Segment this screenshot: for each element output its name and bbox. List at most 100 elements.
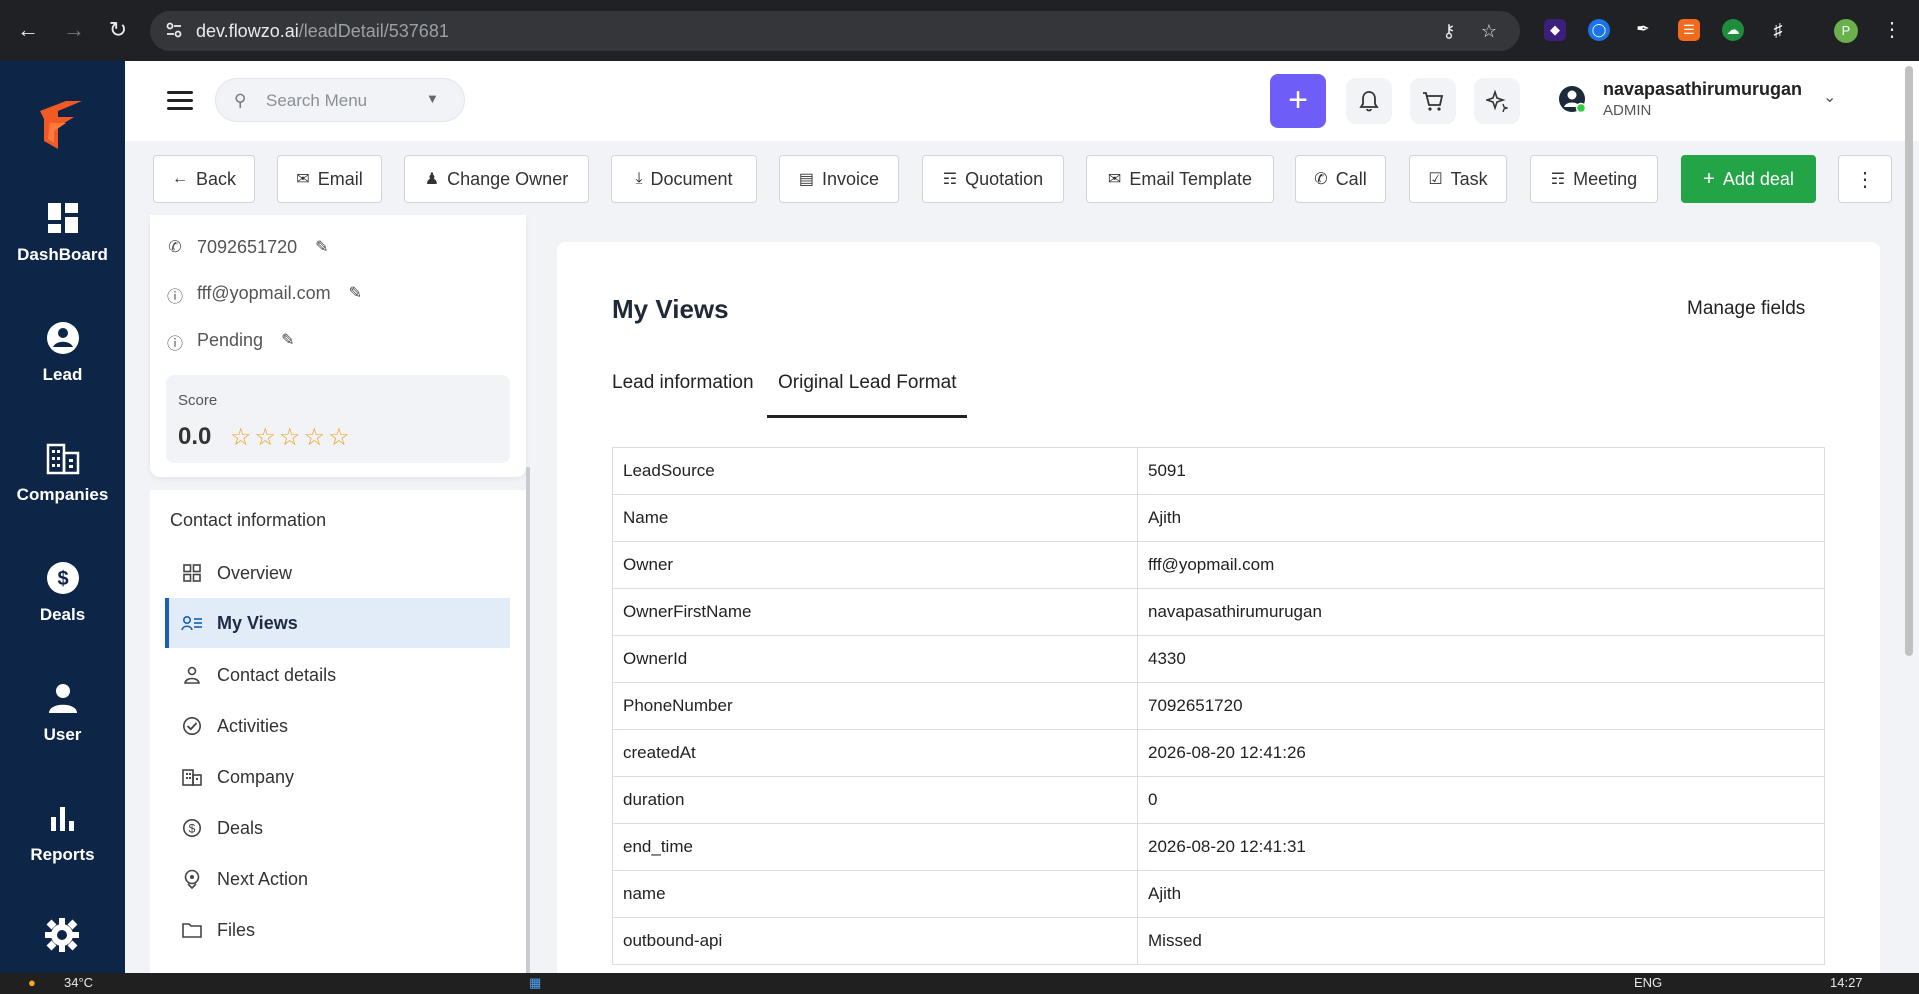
table-row: PhoneNumber 7092651720	[612, 682, 1825, 730]
rail-item-label: Lead	[42, 365, 83, 384]
document-button[interactable]: ⤓ Document	[611, 155, 757, 203]
meeting-door-icon: ☶	[1550, 171, 1566, 188]
status-value: Pending	[197, 329, 264, 350]
quotation-button[interactable]: ☶ Quotation	[922, 155, 1064, 203]
url-text[interactable]: dev.flowzo.ai/leadDetail/537681	[196, 21, 449, 42]
task-button[interactable]: ☑ Task	[1409, 155, 1507, 203]
site-info-icon[interactable]	[164, 20, 186, 42]
status-row: ⓘ Pending ✎	[165, 328, 294, 354]
cart-button[interactable]	[1410, 78, 1456, 124]
forward-arrow-icon[interactable]: →	[62, 18, 86, 42]
chevron-down-icon[interactable]: ▼	[426, 91, 439, 106]
sparkle-icon	[1486, 90, 1508, 112]
rail-item-dashboard[interactable]: DashBoard	[0, 201, 125, 291]
more-options-button[interactable]: ⋮	[1838, 155, 1892, 203]
email-button[interactable]: ✉ Email	[277, 155, 382, 203]
reload-icon[interactable]: ↻	[106, 18, 130, 42]
cart-icon	[1423, 92, 1444, 111]
chevron-down-icon[interactable]: ⌄	[1823, 87, 1836, 107]
person-icon: ♟	[424, 171, 440, 188]
extension-purple-icon[interactable]: ◆	[1544, 19, 1566, 41]
notifications-button[interactable]	[1346, 78, 1392, 124]
field-key: name	[612, 870, 1138, 918]
nav-item-overview[interactable]: Overview	[165, 548, 510, 598]
deals-icon: $	[46, 562, 79, 594]
active-tab-indicator	[767, 415, 967, 418]
field-value: 7092651720	[1137, 682, 1825, 730]
ai-sparkle-button[interactable]	[1474, 78, 1520, 124]
phone-row: ✆ 7092651720 ✎	[165, 235, 328, 259]
user-name[interactable]: navapasathirumurugan	[1603, 79, 1802, 100]
nav-item-label: My Views	[217, 612, 298, 633]
password-key-icon[interactable]: ⚷	[1438, 20, 1460, 42]
address-bar[interactable]: dev.flowzo.ai/leadDetail/537681 ⚷ ☆	[150, 11, 1520, 51]
field-value: Ajith	[1137, 494, 1825, 542]
search-input[interactable]	[266, 89, 416, 113]
email-template-label: Email Template	[1129, 168, 1253, 189]
language-indicator[interactable]: ENG	[1634, 975, 1662, 990]
rail-item-reports[interactable]: Reports	[0, 801, 125, 891]
field-key: PhoneNumber	[612, 682, 1138, 730]
settings-gear-icon[interactable]	[44, 917, 80, 953]
quick-add-button[interactable]: +	[1270, 74, 1326, 128]
my-views-panel: My Views Manage fields Lead information …	[557, 242, 1880, 973]
back-arrow-icon[interactable]: ←	[16, 18, 40, 42]
email-label: Email	[317, 168, 363, 189]
phone-value: 7092651720	[197, 236, 298, 257]
left-panel-scrollbar[interactable]	[526, 467, 530, 973]
field-value: navapasathirumurugan	[1137, 588, 1825, 636]
mail-icon: ✉	[296, 171, 310, 188]
page-scrollbar[interactable]	[1905, 66, 1913, 656]
nav-item-my-views[interactable]: My Views	[165, 598, 510, 648]
extension-blue-icon[interactable]: ◯	[1588, 19, 1610, 41]
search-menu[interactable]: ⚲ ▼	[215, 78, 465, 122]
meeting-button[interactable]: ☶ Meeting	[1530, 155, 1658, 203]
nav-item-contact-details[interactable]: Contact details	[165, 650, 510, 700]
browser-menu-icon[interactable]: ⋮	[1880, 18, 1904, 42]
hamburger-menu-icon[interactable]	[167, 91, 193, 111]
rail-item-deals[interactable]: $ Deals	[0, 561, 125, 651]
eyedropper-icon[interactable]: ✒	[1632, 19, 1654, 41]
os-taskbar: ● 34°C ▦ ENG 14:27	[0, 973, 1919, 994]
tab-original-lead-format[interactable]: Original Lead Format	[778, 372, 956, 394]
add-deal-button[interactable]: + Add deal	[1681, 155, 1816, 203]
nav-item-activities[interactable]: Activities	[165, 701, 510, 751]
flowzo-logo[interactable]	[36, 97, 88, 153]
star-rating[interactable]: ☆☆☆☆☆	[230, 423, 353, 452]
next-action-icon	[181, 868, 203, 890]
task-label: Task	[1450, 168, 1488, 189]
field-key: OwnerFirstName	[612, 588, 1138, 636]
phone-icon: ✆	[1314, 171, 1328, 188]
invoice-button[interactable]: ▤ Invoice	[779, 155, 899, 203]
table-row: LeadSource 5091	[612, 447, 1825, 495]
browser-profile-avatar[interactable]: P	[1834, 19, 1858, 43]
nav-item-deals[interactable]: $ Deals	[165, 803, 510, 853]
nav-item-files[interactable]: Files	[165, 905, 510, 955]
tab-lead-information[interactable]: Lead information	[612, 372, 754, 394]
nav-item-next-action[interactable]: Next Action	[165, 854, 510, 904]
rail-item-user[interactable]: User	[0, 681, 125, 771]
email-template-button[interactable]: ✉ Email Template	[1086, 155, 1274, 203]
rail-item-lead[interactable]: Lead	[0, 321, 125, 411]
windows-start-icon[interactable]: ▦	[529, 975, 541, 991]
lead-fields-table: LeadSource 5091 Name Ajith Owner fff@yopmail.…	[612, 447, 1825, 965]
field-key: outbound-api	[612, 917, 1138, 965]
whatsapp-icon: ✆	[168, 239, 182, 256]
table-row: OwnerId 4330	[612, 635, 1825, 683]
manage-fields-link[interactable]: Manage fields	[1687, 298, 1805, 320]
task-icon: ☑	[1428, 171, 1443, 188]
contact-info-nav: Contact information Overview My Views Co…	[150, 490, 526, 973]
extensions-puzzle-icon[interactable]: ♯	[1767, 19, 1789, 41]
edit-pencil-icon[interactable]: ✎	[281, 330, 294, 350]
edit-pencil-icon[interactable]: ✎	[349, 283, 362, 303]
change-owner-button[interactable]: ♟ Change Owner	[404, 155, 589, 203]
extension-green-icon[interactable]: ☁	[1722, 19, 1744, 41]
edit-pencil-icon[interactable]: ✎	[315, 237, 328, 257]
bookmark-star-icon[interactable]: ☆	[1478, 20, 1500, 42]
call-button[interactable]: ✆ Call	[1295, 155, 1386, 203]
back-button[interactable]: ← Back	[153, 155, 255, 203]
user-avatar[interactable]	[1558, 85, 1586, 113]
rail-item-companies[interactable]: Companies	[0, 441, 125, 531]
nav-item-company[interactable]: Company	[165, 752, 510, 802]
extension-orange-icon[interactable]: ☰	[1678, 19, 1700, 41]
